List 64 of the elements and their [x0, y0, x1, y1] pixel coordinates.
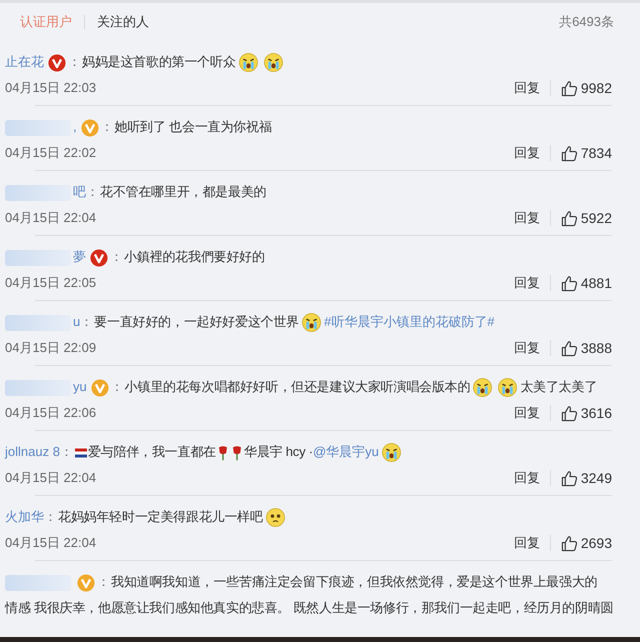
thumbs-up-icon: [560, 144, 578, 162]
thumbs-up-icon: [560, 274, 578, 292]
thumbs-up-icon: [560, 80, 578, 96]
colon: ：: [86, 184, 99, 199]
worried-face-icon: [266, 508, 285, 528]
comment-text: 爱与陪伴，我一直都在: [88, 444, 216, 459]
like-button[interactable]: 3616: [560, 404, 612, 422]
thumbs-up-icon: [560, 404, 578, 422]
reply-link[interactable]: 回复: [514, 469, 540, 487]
thumbs-up-icon: [560, 340, 578, 356]
colon: ：: [44, 509, 57, 524]
reply-link[interactable]: 回复: [514, 144, 540, 162]
like-button[interactable]: 5922: [560, 210, 612, 226]
colon: ：: [110, 249, 123, 264]
comment-text: 情感 我很庆幸，他愿意让我们感知他真实的悲喜。 既然人生是一场修行，那我们一起走吧，经历月的阴晴圆: [5, 599, 614, 617]
rose-icon: [216, 444, 229, 461]
like-button[interactable]: 2693: [560, 534, 612, 552]
colon: ：: [110, 379, 124, 394]
comment-text: 小鎮裡的花我們要好好的: [124, 249, 265, 264]
reply-link[interactable]: 回复: [514, 339, 540, 357]
comment-text: 妈妈是这首歌的第一个听众: [82, 54, 236, 69]
like-button[interactable]: 4881: [560, 274, 612, 292]
comment-time: 04月15日 22:04: [5, 209, 96, 227]
comment-time: 04月15日 22:04: [5, 469, 96, 487]
colon: ：: [100, 119, 114, 134]
like-button[interactable]: 9982: [560, 80, 612, 96]
like-button[interactable]: 3249: [560, 470, 612, 486]
colon: ：: [80, 314, 94, 329]
comment-time: 04月15日 22:06: [5, 404, 96, 422]
filter-tab[interactable]: 关注的人: [89, 13, 157, 31]
reply-link[interactable]: 回复: [514, 79, 540, 97]
comment-text: 她听到了 也会一直为你祝福: [114, 119, 272, 134]
comment-time: 04月15日 22:02: [5, 144, 96, 162]
reply-link[interactable]: 回复: [514, 404, 540, 422]
comment-text: 太美了太美了: [520, 379, 598, 394]
crying-face-icon: [473, 378, 492, 398]
comment-text: 小镇里的花每次唱都好好听，但还是建议大家听演唱会版本的: [124, 379, 470, 394]
like-button[interactable]: 7834: [560, 144, 612, 162]
colon: ：: [68, 54, 81, 69]
comment-time: 04月15日 22:09: [5, 339, 96, 357]
comment-time: 04月15日 22:05: [5, 274, 96, 292]
rose-icon: [230, 444, 243, 461]
colon: ：: [60, 444, 73, 459]
crying-face-icon: [498, 378, 518, 398]
comment-text: 华晨宇 hcy ·: [244, 444, 313, 459]
comment-count: 共6493条: [559, 13, 614, 31]
reply-link[interactable]: 回复: [514, 209, 540, 227]
comment-time: 04月15日 22:04: [5, 534, 96, 552]
thumbs-up-icon: [560, 210, 578, 226]
reply-link[interactable]: 回复: [514, 534, 540, 552]
comment-text: 要一直好好的，一起好好爱这个世界: [94, 314, 300, 329]
like-button[interactable]: 3888: [560, 340, 612, 356]
reply-link[interactable]: 回复: [514, 274, 540, 292]
comment-time: 04月15日 22:03: [5, 79, 96, 97]
crying-face-icon: [238, 53, 258, 72]
crying-face-icon: [382, 443, 401, 462]
crying-face-icon: [302, 313, 322, 332]
comment-text: 花不管在哪里开，都是最美的: [100, 184, 266, 199]
crying-face-icon: [264, 53, 283, 72]
colon: ：: [97, 574, 110, 589]
thumbs-up-icon: [560, 470, 578, 486]
comment-text: 我知道啊我知道，一些苦痛注定会留下痕迹，但我依然觉得，爱是这个世界上最强大的: [111, 574, 598, 589]
thumbs-up-icon: [560, 534, 578, 552]
comment-text: 花妈妈年轻时一定美得跟花儿一样吧: [58, 509, 263, 524]
